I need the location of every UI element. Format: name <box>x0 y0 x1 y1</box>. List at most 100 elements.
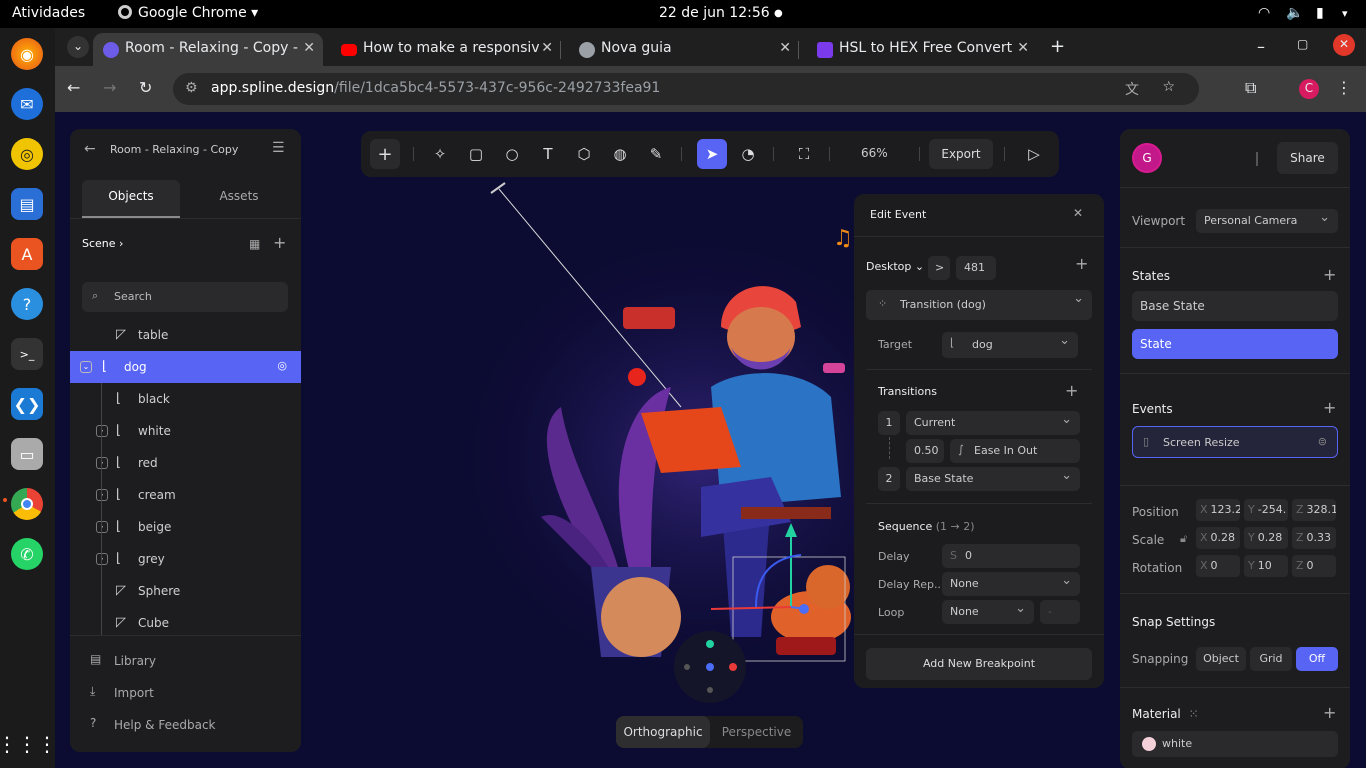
tree-item-black[interactable]: ⌊ black <box>70 383 301 415</box>
chrome-dock-icon[interactable] <box>11 488 43 520</box>
action-select[interactable]: ⁘ Transition (dog) <box>866 290 1092 320</box>
add-icon[interactable]: + <box>370 139 400 169</box>
maximize-icon[interactable]: ▢ <box>1297 37 1308 51</box>
tab-close-icon[interactable]: ✕ <box>541 40 553 56</box>
scale-y-input[interactable]: Y 0.28 <box>1244 527 1288 549</box>
base-state-item[interactable]: Base State <box>1132 291 1338 321</box>
material-layers-icon[interactable]: ⁙ <box>1189 707 1199 721</box>
delay-repeat-select[interactable]: None <box>942 572 1080 596</box>
snap-off-button[interactable]: Off <box>1296 647 1338 671</box>
tab-new-tab[interactable]: Nova guia ✕ <box>569 33 799 66</box>
translate-icon[interactable]: 文 <box>1125 79 1139 99</box>
step2-state-select[interactable]: Base State <box>906 467 1080 491</box>
tree-item-sphere[interactable]: ◸ Sphere <box>70 575 301 607</box>
breakpoint-select[interactable]: Desktop ⌄ <box>866 260 924 273</box>
help-icon[interactable]: ? <box>11 288 43 320</box>
loop-select[interactable]: None <box>942 600 1034 624</box>
ellipse-tool-icon[interactable]: ○ <box>497 139 527 169</box>
profile-avatar[interactable]: C <box>1299 79 1319 99</box>
whatsapp-icon[interactable]: ✆ <box>11 538 43 570</box>
state-item-selected[interactable]: State <box>1132 329 1338 359</box>
system-menu-chevron-icon[interactable]: ▾ <box>1342 7 1348 20</box>
add-event-icon[interactable]: + <box>1323 398 1336 417</box>
position-y-input[interactable]: Y -254. <box>1244 499 1288 521</box>
minimize-icon[interactable]: – <box>1257 37 1265 56</box>
tab-close-icon[interactable]: ✕ <box>779 40 791 56</box>
frame-tool-icon[interactable]: ⛶ <box>789 139 819 169</box>
zoom-level[interactable]: 66% <box>861 146 888 160</box>
expand-icon[interactable]: › <box>96 553 108 565</box>
focus-target-icon[interactable]: ◎ <box>277 359 287 372</box>
select-tool-icon[interactable]: ➤ <box>697 139 727 169</box>
tree-item-table[interactable]: ◸ table <box>70 319 301 351</box>
chrome-menu-icon[interactable]: ⋮ <box>1336 78 1352 97</box>
breakpoint-width-input[interactable]: 481 <box>956 256 996 280</box>
user-avatar[interactable]: G <box>1132 143 1162 173</box>
libreoffice-writer-icon[interactable]: ▤ <box>11 188 43 220</box>
add-state-icon[interactable]: + <box>1323 265 1336 284</box>
export-button[interactable]: Export <box>929 139 993 169</box>
operator-select[interactable]: > <box>928 256 950 280</box>
snap-grid-button[interactable]: Grid <box>1250 647 1292 671</box>
scale-x-input[interactable]: X 0.28 <box>1196 527 1240 549</box>
tab-close-icon[interactable]: ✕ <box>1017 40 1029 56</box>
share-button[interactable]: Share <box>1277 142 1338 174</box>
add-transition-icon[interactable]: + <box>1065 381 1078 400</box>
add-new-breakpoint-button[interactable]: Add New Breakpoint <box>866 648 1092 680</box>
rotation-x-input[interactable]: X0 <box>1196 555 1240 577</box>
grid-view-icon[interactable]: ▦ <box>249 237 260 251</box>
tree-item-white[interactable]: › ⌊ white <box>70 415 301 447</box>
bookmark-star-icon[interactable]: ☆ <box>1162 79 1175 95</box>
help-feedback-link[interactable]: Help & Feedback <box>114 718 216 732</box>
text-tool-icon[interactable]: T <box>533 139 563 169</box>
gizmo-z-dot[interactable] <box>706 663 714 671</box>
battery-icon[interactable]: ▮ <box>1316 5 1324 21</box>
tree-item-beige[interactable]: › ⌊ beige <box>70 511 301 543</box>
reload-icon[interactable]: ↻ <box>139 78 152 97</box>
scale-z-input[interactable]: Z 0.33 <box>1292 527 1336 549</box>
expand-icon[interactable]: › <box>96 425 108 437</box>
perspective-button[interactable]: Perspective <box>710 716 803 748</box>
activities-button[interactable]: Atividades <box>12 5 85 21</box>
material-item[interactable]: white <box>1132 731 1338 757</box>
event-settings-icon[interactable]: ⊜ <box>1318 435 1327 448</box>
rhythmbox-icon[interactable]: ◎ <box>11 138 43 170</box>
add-material-icon[interactable]: + <box>1323 703 1336 722</box>
site-info-icon[interactable]: ⚙ <box>185 80 198 96</box>
rotation-z-input[interactable]: Z0 <box>1292 555 1336 577</box>
files-icon[interactable]: ▭ <box>11 438 43 470</box>
search-input[interactable]: ⌕ Search <box>82 282 288 312</box>
app-center-icon[interactable]: A <box>11 238 43 270</box>
add-object-icon[interactable]: + <box>273 233 286 252</box>
thunderbird-icon[interactable]: ✉ <box>11 88 43 120</box>
delay-input[interactable]: S0 <box>942 544 1080 568</box>
sphere-tool-icon[interactable]: ◍ <box>605 139 635 169</box>
firefox-icon[interactable]: ◉ <box>11 38 43 70</box>
chrome-app-menu[interactable]: Google Chrome ▾ <box>118 5 258 21</box>
close-icon[interactable]: ✕ <box>1073 206 1083 220</box>
dog-head[interactable] <box>806 565 850 609</box>
add-breakpoint-icon[interactable]: + <box>1075 254 1088 273</box>
ball-sphere[interactable] <box>601 577 681 657</box>
collapse-icon[interactable]: ⌄ <box>80 361 92 373</box>
gizmo-y-dot[interactable] <box>706 640 714 648</box>
terminal-icon[interactable]: >_ <box>11 338 43 370</box>
light-handle[interactable] <box>490 182 506 194</box>
event-item-screen-resize[interactable]: ▯ Screen Resize ⊜ <box>1132 426 1338 458</box>
tab-assets[interactable]: Assets <box>190 180 288 218</box>
close-window-icon[interactable]: ✕ <box>1333 34 1355 56</box>
address-bar[interactable]: ⚙ app.spline.design/file/1dca5bc4-5573-4… <box>173 73 1199 105</box>
wifi-icon[interactable]: ◠ <box>1258 5 1270 21</box>
play-icon[interactable]: ▷ <box>1019 139 1049 169</box>
tree-item-cream[interactable]: › ⌊ cream <box>70 479 301 511</box>
tree-item-grey[interactable]: › ⌊ grey <box>70 543 301 575</box>
position-x-input[interactable]: X 123.2 <box>1196 499 1240 521</box>
easing-select[interactable]: ∫ Ease In Out <box>950 439 1080 463</box>
comment-tool-icon[interactable]: ◔ <box>733 139 763 169</box>
vscode-icon[interactable]: ❮❯ <box>11 388 43 420</box>
new-tab-icon[interactable]: + <box>1050 36 1065 57</box>
scene-breadcrumb[interactable]: Scene › <box>82 237 123 250</box>
step1-state-select[interactable]: Current <box>906 411 1080 435</box>
rectangle-tool-icon[interactable]: ▢ <box>461 139 491 169</box>
import-link[interactable]: Import <box>114 686 154 700</box>
